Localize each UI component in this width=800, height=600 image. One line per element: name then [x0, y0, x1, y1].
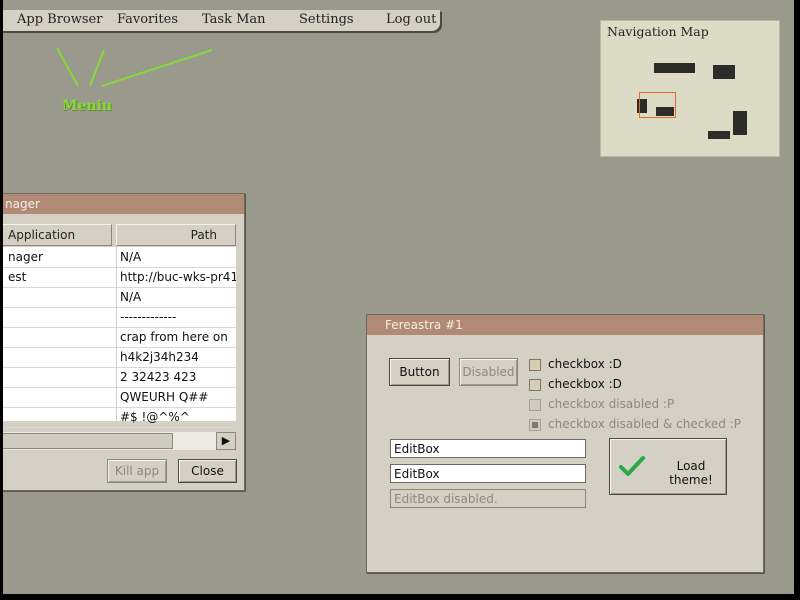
application-cell [8, 327, 112, 347]
close-button[interactable]: Close [178, 459, 237, 483]
task-list: nager N/A est http://buc-wks-pr419.r N/A ----… [0, 247, 236, 428]
checkbox[interactable] [529, 359, 541, 371]
path-cell: N/A [120, 250, 142, 264]
path-cell: crap from here on [120, 330, 228, 344]
application-cell [8, 367, 112, 387]
screen-edge-bottom [0, 594, 800, 600]
checkbox-label: checkbox :D [548, 357, 622, 371]
application-cell [8, 287, 112, 307]
path-cell: http://buc-wks-pr419.r [120, 270, 236, 284]
checkbox-label: checkbox disabled & checked :P [548, 417, 741, 431]
button[interactable]: Button [389, 358, 450, 386]
task-manager-title[interactable]: nager [0, 194, 244, 214]
kill-app-button[interactable]: Kill app [107, 459, 167, 483]
checkbox[interactable] [529, 399, 541, 411]
checkbox[interactable] [529, 419, 541, 431]
menu-callout-label: Meniu [62, 98, 113, 114]
column-header-application[interactable]: Application [0, 224, 112, 246]
load-theme-label: Load theme! [669, 459, 713, 487]
screen-edge-right [794, 0, 800, 600]
nav-window-block [733, 111, 747, 135]
application-cell [8, 387, 112, 407]
nav-window-block [654, 63, 695, 73]
load-theme-button[interactable]: Load theme! [609, 438, 727, 495]
application-cell [8, 347, 112, 367]
editbox-field-2[interactable] [390, 464, 586, 483]
checkbox-label: checkbox disabled :P [548, 397, 675, 411]
navigation-map[interactable]: Navigation Map [600, 20, 780, 157]
horizontal-scrollbar[interactable]: ▶ [0, 432, 236, 450]
editbox-disabled-field[interactable] [390, 489, 586, 508]
checkbox[interactable] [529, 379, 541, 391]
application-cell: est [8, 270, 27, 284]
path-cell: h4k2j34h234 [120, 350, 199, 364]
table-row[interactable]: nager N/A [0, 247, 236, 268]
scroll-right-button[interactable]: ▶ [216, 432, 236, 450]
application-cell [8, 307, 112, 327]
application-cell: nager [8, 250, 43, 264]
column-header-path[interactable]: Path [116, 224, 236, 246]
path-cell: 2 32423 423 [120, 370, 197, 384]
nav-window-block [708, 131, 730, 139]
task-manager-window: nager Application Path nager N/A est http:/… [0, 193, 245, 491]
checkbox-label: checkbox :D [548, 377, 622, 391]
nav-viewport-indicator[interactable] [639, 92, 676, 118]
table-row[interactable]: QWEURH Q## [0, 387, 236, 408]
fereastra-window: Fereastra #1 Button Disabled checkbox :D… [366, 314, 764, 573]
table-row[interactable]: h4k2j34h234 [0, 347, 236, 368]
navigation-map-title: Navigation Map [607, 24, 709, 39]
checkbox-checked-mark [532, 422, 538, 428]
editbox-field[interactable] [390, 439, 586, 458]
path-cell: N/A [120, 290, 142, 304]
table-row[interactable]: crap from here on [0, 327, 236, 348]
nav-window-block [713, 65, 735, 79]
table-row[interactable]: 2 32423 423 [0, 367, 236, 388]
screen-edge-left [0, 0, 3, 600]
application-cell [8, 407, 112, 427]
table-row[interactable]: ------------- [0, 307, 236, 328]
check-icon [619, 456, 645, 476]
fereastra-title[interactable]: Fereastra #1 [367, 315, 763, 335]
table-row[interactable]: #$ !@^%^ [0, 407, 236, 428]
table-row[interactable]: est http://buc-wks-pr419.r [0, 267, 236, 288]
path-cell: ------------- [120, 310, 177, 324]
disabled-button[interactable]: Disabled [459, 358, 518, 386]
path-cell: QWEURH Q## [120, 390, 209, 404]
table-row[interactable]: N/A [0, 287, 236, 308]
path-cell: #$ !@^%^ [120, 410, 190, 424]
scrollbar-thumb[interactable] [0, 433, 173, 449]
column-separator [116, 247, 117, 421]
desktop: App Browser Favorites Task Man Settings … [0, 0, 800, 600]
